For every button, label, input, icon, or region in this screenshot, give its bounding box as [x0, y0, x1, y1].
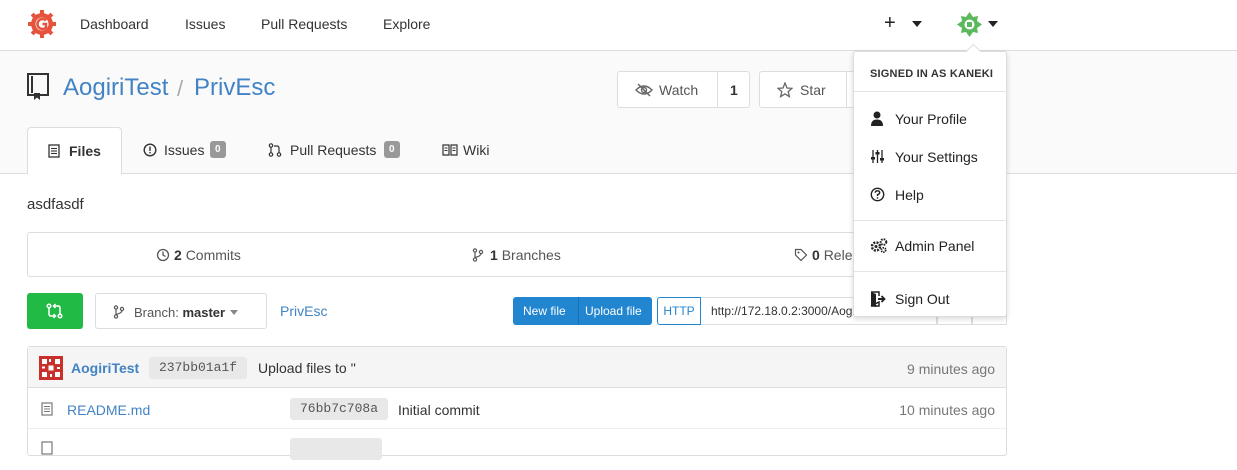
- file-commit-message[interactable]: Initial commit: [398, 402, 480, 418]
- gogs-logo-icon[interactable]: [27, 9, 57, 39]
- file-text-icon: [48, 144, 60, 158]
- releases-label: Rele: [823, 247, 853, 263]
- repo-owner-link[interactable]: AogiriTest: [63, 74, 168, 102]
- new-file-button[interactable]: New file: [523, 304, 566, 318]
- table-row: README.md 76bb7c708a Initial commit 10 m…: [28, 388, 1006, 429]
- menu-your-profile[interactable]: Your Profile: [854, 104, 1006, 134]
- create-caret-icon[interactable]: [912, 21, 922, 27]
- file-name-link[interactable]: README.md: [67, 402, 150, 418]
- settings-sliders-icon: [871, 150, 884, 163]
- file-actions-group: New file Upload file: [513, 297, 652, 325]
- user-icon: [871, 111, 883, 126]
- file-commit-sha[interactable]: [290, 438, 382, 460]
- branch-selector[interactable]: Branch: master: [95, 293, 267, 329]
- tag-icon: [794, 248, 808, 262]
- menu-help[interactable]: Help: [854, 180, 1006, 210]
- repo-book-icon: [27, 73, 49, 100]
- nav-dashboard[interactable]: Dashboard: [80, 16, 149, 32]
- file-commit-age: 10 minutes ago: [899, 402, 995, 418]
- menu-label: Admin Panel: [895, 238, 975, 254]
- watch-button-group: Watch 1: [617, 71, 750, 108]
- commit-age: 9 minutes ago: [907, 361, 995, 377]
- branches-stat-link[interactable]: 1 Branches: [472, 247, 561, 263]
- latest-commit-row: AogiriTest 237bb01a1f Upload files to ''…: [28, 347, 1006, 388]
- tab-files[interactable]: Files: [27, 127, 122, 175]
- menu-label: Sign Out: [895, 291, 950, 307]
- file-commit-sha[interactable]: 76bb7c708a: [290, 398, 389, 420]
- issues-count-badge: 0: [210, 141, 226, 158]
- repo-name-link[interactable]: PrivEsc: [194, 74, 275, 102]
- git-pull-request-icon: [268, 143, 282, 157]
- upload-file-button[interactable]: Upload file: [585, 304, 642, 318]
- commits-label: Commits: [185, 247, 241, 263]
- commits-stat-link[interactable]: 2 Commits: [156, 247, 241, 263]
- menu-sign-out[interactable]: Sign Out: [854, 284, 1006, 314]
- repo-path-separator: /: [177, 76, 184, 101]
- git-branch-icon: [472, 248, 484, 262]
- menu-admin-panel[interactable]: Admin Panel: [854, 231, 1006, 261]
- file-text-icon: [41, 402, 53, 416]
- commit-sha-button[interactable]: 237bb01a1f: [149, 357, 248, 379]
- menu-your-settings[interactable]: Your Settings: [854, 142, 1006, 172]
- nav-pull-requests[interactable]: Pull Requests: [261, 16, 347, 32]
- avatar-caret-icon[interactable]: [988, 21, 998, 27]
- branch-name: master: [182, 305, 226, 320]
- branches-count: 1: [490, 247, 498, 263]
- settings-gears-icon: [870, 238, 888, 253]
- branch-caret-icon: [230, 310, 238, 315]
- file-text-icon: [41, 441, 53, 455]
- history-icon: [156, 248, 170, 262]
- eye-slash-icon: [635, 83, 653, 97]
- user-avatar[interactable]: [956, 11, 983, 38]
- repo-description: asdfasdf: [27, 196, 84, 213]
- commit-message: Upload files to '': [258, 360, 356, 376]
- tab-issues[interactable]: Issues 0: [143, 127, 238, 175]
- sign-out-icon: [870, 291, 886, 307]
- path-breadcrumb[interactable]: PrivEsc: [280, 303, 327, 319]
- tab-wiki-label: Wiki: [463, 142, 490, 158]
- tab-pull-requests-label: Pull Requests: [290, 142, 377, 158]
- branches-label: Branches: [501, 247, 561, 263]
- menu-label: Your Settings: [895, 149, 978, 165]
- issue-opened-icon: [143, 143, 157, 157]
- tab-pull-requests[interactable]: Pull Requests 0: [268, 127, 408, 175]
- top-navbar: Dashboard Issues Pull Requests Explore +: [0, 0, 1237, 51]
- commits-count: 2: [174, 247, 182, 263]
- git-branch-icon: [113, 305, 125, 319]
- question-circle-icon: [870, 187, 885, 202]
- pull-requests-count-badge: 0: [384, 141, 400, 158]
- tab-issues-label: Issues: [164, 142, 205, 158]
- tab-wiki[interactable]: Wiki: [442, 127, 502, 175]
- create-new-button[interactable]: +: [884, 12, 896, 35]
- star-button-group: Star: [759, 71, 859, 108]
- star-button[interactable]: Star: [800, 82, 826, 98]
- book-icon: [442, 144, 458, 156]
- watch-count[interactable]: 1: [730, 82, 738, 98]
- branch-selector-label: Branch: master: [134, 305, 225, 320]
- git-compare-icon: [46, 303, 63, 319]
- commit-author-link[interactable]: AogiriTest: [71, 360, 139, 376]
- star-icon: [777, 82, 793, 98]
- releases-count: 0: [812, 247, 820, 263]
- branch-prefix: Branch:: [134, 305, 179, 320]
- compare-pull-button[interactable]: [27, 293, 83, 329]
- nav-issues[interactable]: Issues: [185, 16, 225, 32]
- clone-protocol-http-button[interactable]: HTTP: [657, 297, 701, 325]
- user-dropdown-menu: SIGNED IN AS KANEKI Your Profile Your Se…: [853, 51, 1007, 317]
- signed-in-header: SIGNED IN AS KANEKI: [870, 68, 994, 80]
- menu-label: Help: [895, 187, 924, 203]
- nav-explore[interactable]: Explore: [383, 16, 430, 32]
- releases-stat-link[interactable]: 0 Rele: [794, 247, 853, 263]
- watch-button[interactable]: Watch: [659, 82, 698, 98]
- menu-label: Your Profile: [895, 111, 967, 127]
- file-table: AogiriTest 237bb01a1f Upload files to ''…: [27, 346, 1007, 460]
- author-avatar[interactable]: [39, 356, 63, 380]
- tab-files-label: Files: [69, 143, 101, 159]
- table-row-partial: [28, 429, 1006, 470]
